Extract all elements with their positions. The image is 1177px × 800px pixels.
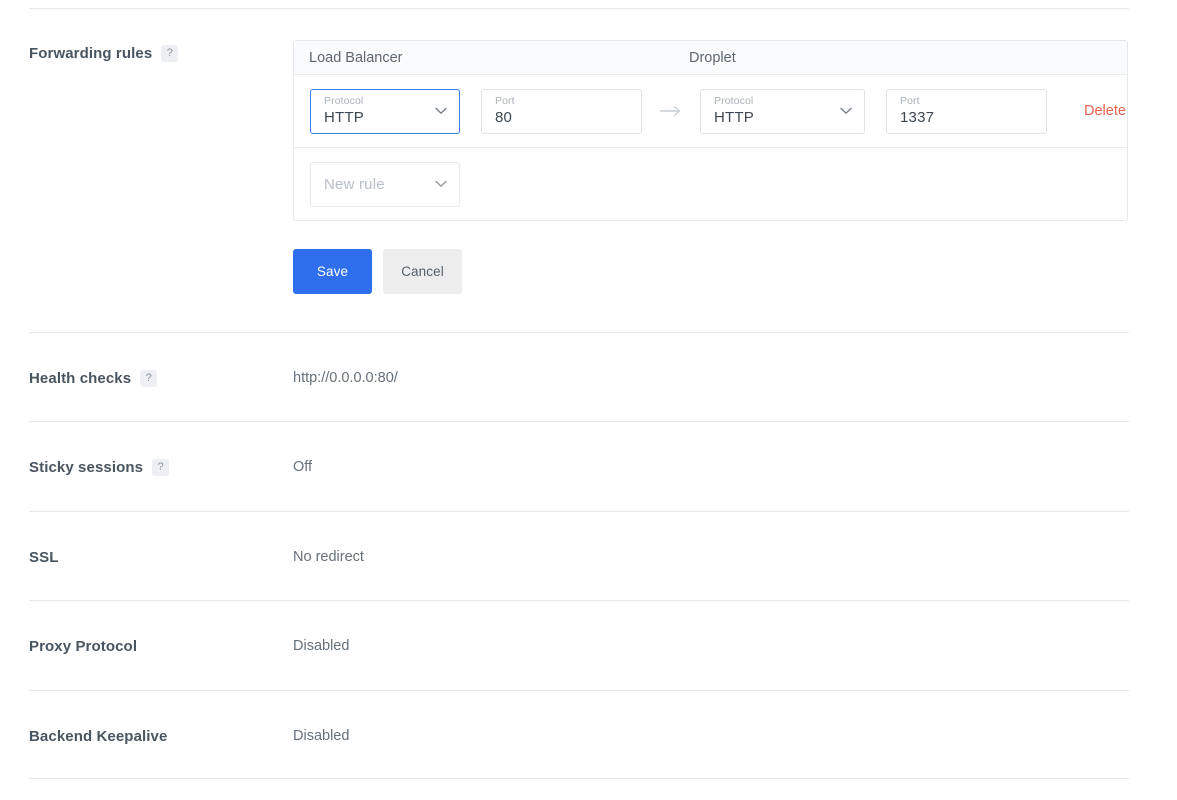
new-rule-placeholder: New rule (324, 175, 385, 193)
section-divider-4 (29, 600, 1129, 601)
new-rule-row: New rule (294, 148, 1127, 220)
section-divider-bottom (29, 778, 1129, 779)
backend-keepalive-label-text: Backend Keepalive (29, 728, 168, 745)
ssl-label: SSL (29, 549, 58, 566)
health-checks-label: Health checks ? (29, 370, 158, 387)
droplet-protocol-value: HTTP (714, 108, 754, 126)
help-icon[interactable]: ? (140, 370, 158, 387)
forwarding-rules-label-text: Forwarding rules (29, 45, 153, 62)
lb-protocol-caption: Protocol (324, 94, 364, 107)
loadbalancer-settings-page: Forwarding rules ? Load Balancer Droplet… (0, 0, 1177, 800)
forwarding-rules-table-header: Load Balancer Droplet (294, 41, 1127, 75)
chevron-down-icon (435, 180, 447, 188)
proxy-protocol-label-text: Proxy Protocol (29, 638, 138, 655)
section-divider-1 (29, 332, 1129, 333)
forwarding-rules-label: Forwarding rules ? (29, 45, 179, 62)
forwarding-rules-table: Load Balancer Droplet Protocol HTTP Port… (293, 40, 1128, 221)
health-checks-label-text: Health checks (29, 370, 132, 387)
lb-protocol-value: HTTP (324, 108, 364, 126)
lb-port-input[interactable]: Port 80 (481, 88, 642, 134)
new-rule-select[interactable]: New rule (310, 161, 460, 207)
forwarding-rule-row: Protocol HTTP Port 80 Protocol HTTP Port… (294, 75, 1127, 148)
health-checks-value: http://0.0.0.0:80/ (293, 370, 398, 386)
sticky-sessions-label: Sticky sessions ? (29, 459, 170, 476)
backend-keepalive-value: Disabled (293, 728, 350, 744)
lb-port-caption: Port (495, 94, 515, 107)
arrow-right-icon (642, 105, 700, 117)
ssl-value: No redirect (293, 549, 364, 565)
section-divider-3 (29, 511, 1129, 512)
section-divider-2 (29, 421, 1129, 422)
lb-port-value: 80 (495, 108, 513, 126)
column-header-load-balancer: Load Balancer (309, 49, 403, 66)
lb-protocol-select[interactable]: Protocol HTTP (310, 88, 460, 134)
cancel-button[interactable]: Cancel (383, 249, 462, 294)
save-button[interactable]: Save (293, 249, 372, 294)
delete-rule-button[interactable]: Delete (1084, 103, 1126, 119)
section-divider-5 (29, 690, 1129, 691)
droplet-port-value: 1337 (900, 108, 935, 126)
droplet-port-caption: Port (900, 94, 920, 107)
chevron-down-icon (840, 107, 852, 115)
section-divider-top (29, 8, 1129, 9)
sticky-sessions-label-text: Sticky sessions (29, 459, 144, 476)
column-header-droplet: Droplet (689, 49, 736, 66)
droplet-protocol-caption: Protocol (714, 94, 754, 107)
droplet-protocol-select[interactable]: Protocol HTTP (700, 88, 865, 134)
ssl-label-text: SSL (29, 549, 59, 566)
proxy-protocol-value: Disabled (293, 638, 350, 654)
backend-keepalive-label: Backend Keepalive (29, 728, 167, 745)
sticky-sessions-value: Off (293, 459, 313, 475)
form-actions: Save Cancel (293, 249, 462, 294)
help-icon[interactable]: ? (161, 45, 179, 62)
proxy-protocol-label: Proxy Protocol (29, 638, 137, 655)
droplet-port-input[interactable]: Port 1337 (886, 88, 1047, 134)
help-icon[interactable]: ? (152, 459, 170, 476)
chevron-down-icon (435, 107, 447, 115)
